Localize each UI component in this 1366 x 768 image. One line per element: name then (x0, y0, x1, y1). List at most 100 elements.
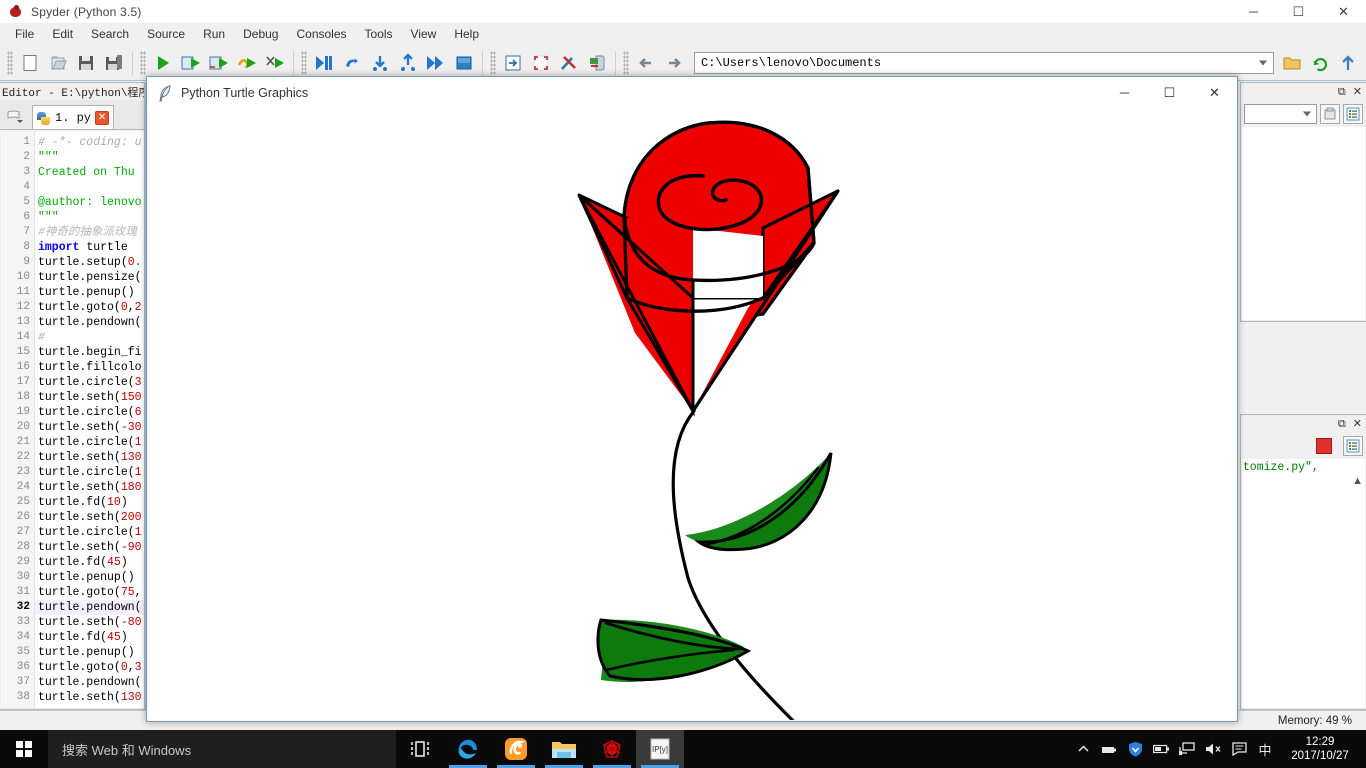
spyder-taskbar-button[interactable] (588, 730, 636, 768)
code-line[interactable]: turtle.circle(6 (35, 405, 144, 420)
ipython-taskbar-button[interactable]: IP[y] (636, 730, 684, 768)
close-button[interactable]: ✕ (1321, 0, 1366, 23)
volume-muted-icon[interactable] (1200, 730, 1226, 768)
import-data-button[interactable] (1320, 104, 1340, 124)
code-line[interactable]: turtle.seth(-90 (35, 540, 144, 555)
working-directory-input[interactable]: C:\Users\lenovo\Documents (694, 51, 1274, 74)
scroll-up-arrow[interactable]: ▲ (1352, 475, 1363, 487)
turtle-close-button[interactable]: ✕ (1192, 77, 1237, 108)
run-selection-button[interactable] (233, 49, 261, 77)
close-icon[interactable]: ✕ (95, 110, 110, 125)
code-line[interactable]: turtle.seth(-30 (35, 420, 144, 435)
refresh-button[interactable] (1306, 49, 1334, 77)
code-line[interactable]: turtle.circle(1 (35, 465, 144, 480)
code-line[interactable]: turtle.penup() (35, 285, 144, 300)
task-view-button[interactable] (396, 730, 444, 768)
code-line[interactable]: turtle.pendown( (35, 315, 144, 330)
undock-icon[interactable]: ⧉ (1338, 418, 1346, 430)
debug-stop-button[interactable] (450, 49, 478, 77)
menu-view[interactable]: View (402, 24, 446, 44)
code-line[interactable]: turtle.pendown( (35, 675, 144, 690)
ipython-console-output[interactable]: stomize.py", ▲ (1242, 459, 1365, 708)
configure-run-button[interactable] (261, 49, 289, 77)
python-path-manager-button[interactable] (583, 49, 611, 77)
toolbar-grip[interactable] (7, 50, 13, 75)
code-line[interactable]: turtle.goto(0,3 (35, 660, 144, 675)
start-button[interactable] (0, 730, 48, 768)
code-line[interactable]: turtle.circle(3 (35, 375, 144, 390)
arrow-right-button[interactable] (660, 49, 688, 77)
toolbar-grip-nav[interactable] (623, 50, 629, 75)
ime-language-icon[interactable]: 中 (1252, 730, 1278, 768)
editor-tab-1py[interactable]: 1. py ✕ (32, 105, 115, 129)
stop-button[interactable] (1316, 438, 1332, 454)
close-icon[interactable]: ✕ (1353, 418, 1362, 430)
code-line[interactable]: turtle.fd(45) (35, 555, 144, 570)
chevron-down-icon[interactable] (1303, 111, 1311, 117)
taskbar-clock[interactable]: 12:29 2017/10/27 (1278, 730, 1362, 768)
code-line[interactable]: turtle.seth(200 (35, 510, 144, 525)
variable-filter-combo[interactable] (1244, 104, 1317, 124)
toolbar-grip-tools[interactable] (490, 50, 496, 75)
code-line[interactable]: turtle.penup() (35, 570, 144, 585)
run-cell-button[interactable] (177, 49, 205, 77)
options-button[interactable] (1343, 104, 1363, 124)
network-icon[interactable] (1174, 730, 1200, 768)
code-line[interactable]: turtle.pensize( (35, 270, 144, 285)
maximize-button[interactable]: ☐ (1276, 0, 1321, 23)
code-line[interactable]: turtle.fd(45) (35, 630, 144, 645)
debug-step-return-button[interactable] (422, 49, 450, 77)
debug-continue-button[interactable] (338, 49, 366, 77)
code-line[interactable]: """ (35, 150, 144, 165)
code-line[interactable]: # (35, 330, 144, 345)
code-line[interactable]: turtle.circle(1 (35, 525, 144, 540)
close-icon[interactable]: ✕ (1353, 86, 1362, 98)
code-line[interactable]: @author: lenovo (35, 195, 144, 210)
edge-browser-button[interactable] (444, 730, 492, 768)
save-all-button[interactable] (100, 49, 128, 77)
menu-debug[interactable]: Debug (234, 24, 287, 44)
code-line[interactable]: """ (35, 210, 144, 225)
options-button[interactable] (1343, 436, 1363, 456)
toolbar-grip-debug[interactable] (301, 50, 307, 75)
uc-browser-button[interactable] (492, 730, 540, 768)
menu-tools[interactable]: Tools (356, 24, 402, 44)
variable-explorer-table[interactable] (1242, 127, 1365, 320)
code-line[interactable]: turtle.circle(1 (35, 435, 144, 450)
code-line[interactable]: #神奇的抽象派玫瑰 (35, 225, 144, 240)
code-lines[interactable]: # -*- coding: u """ Created on Thu @author… (35, 131, 144, 708)
save-file-button[interactable] (72, 49, 100, 77)
code-line[interactable]: turtle.begin_fi (35, 345, 144, 360)
code-line[interactable]: turtle.seth(180 (35, 480, 144, 495)
open-folder-button[interactable] (44, 49, 72, 77)
menu-help[interactable]: Help (445, 24, 488, 44)
code-line[interactable]: turtle.seth(130 (35, 450, 144, 465)
menu-edit[interactable]: Edit (43, 24, 82, 44)
run-file-button[interactable] (149, 49, 177, 77)
undock-icon[interactable]: ⧉ (1338, 86, 1346, 98)
show-hidden-icons-button[interactable] (1070, 730, 1096, 768)
code-line[interactable]: turtle.goto(75, (35, 585, 144, 600)
code-line[interactable]: import turtle (35, 240, 144, 255)
debug-file-button[interactable] (310, 49, 338, 77)
arrow-left-button[interactable] (632, 49, 660, 77)
code-line[interactable]: turtle.seth(-80 (35, 615, 144, 630)
code-line[interactable]: turtle.fillcolo (35, 360, 144, 375)
security-shield-icon[interactable] (1122, 730, 1148, 768)
code-line[interactable] (35, 180, 144, 195)
fullscreen-button[interactable] (527, 49, 555, 77)
code-editor[interactable]: 1 2 3 4 5 6 7 8 9 10 11 12 13 14 15 16 17 18 19 20 21 22 23 24 2… (1, 131, 144, 708)
menu-source[interactable]: Source (138, 24, 194, 44)
debug-step-into-button[interactable] (394, 49, 422, 77)
arrow-up-button[interactable] (1334, 49, 1362, 77)
browse-tabs-button[interactable] (2, 105, 28, 129)
open-folder-small-button[interactable] (1278, 49, 1306, 77)
code-line[interactable]: # -*- coding: u (35, 135, 144, 150)
turtle-minimize-button[interactable]: ─ (1102, 77, 1147, 108)
menu-consoles[interactable]: Consoles (287, 24, 355, 44)
maximize-pane-button[interactable] (499, 49, 527, 77)
toolbar-grip-run[interactable] (140, 50, 146, 75)
battery-saver-icon[interactable] (1096, 730, 1122, 768)
code-line[interactable]: turtle.penup() (35, 645, 144, 660)
chevron-down-icon[interactable] (1259, 60, 1267, 65)
